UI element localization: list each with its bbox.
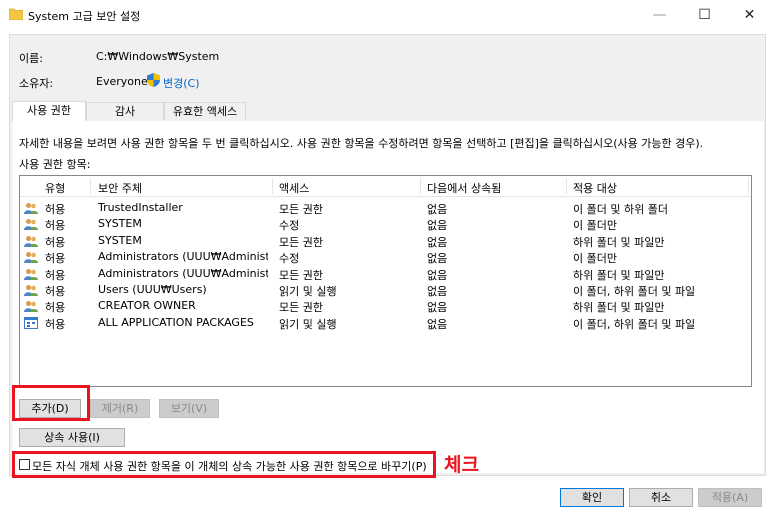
cell-applies: 하위 폴더 및 파일만: [573, 301, 665, 315]
column-type[interactable]: 유형: [45, 180, 65, 196]
cell-principal: Administrators (UUU₩Administrato...: [98, 266, 268, 280]
cell-type: 허용: [45, 235, 66, 249]
apply-button[interactable]: 적용(A): [698, 488, 762, 507]
permission-entry-row[interactable]: 허용 CREATOR OWNER 모든 권한 없음 하위 폴더 및 파일만: [20, 298, 751, 314]
cell-applies: 하위 폴더 및 파일만: [573, 235, 665, 249]
cell-principal: Administrators (UUU₩Administrato...: [98, 250, 268, 264]
cell-inherited: 없음: [427, 252, 448, 266]
cell-applies: 이 폴더만: [573, 252, 617, 266]
maximize-button[interactable]: ☐: [682, 0, 727, 30]
cell-applies: 이 폴더 및 하위 폴더: [573, 203, 668, 216]
cell-principal: SYSTEM: [98, 217, 142, 231]
view-button[interactable]: 보기(V): [159, 399, 219, 418]
cell-access: 읽기 및 실행: [279, 317, 337, 331]
cell-type: 허용: [45, 301, 66, 315]
column-principal[interactable]: 보안 주체: [98, 180, 142, 196]
users-icon: [24, 252, 38, 264]
cell-access: 모든 권한: [279, 235, 323, 249]
uac-shield-icon: [147, 73, 160, 87]
enable-inheritance-button[interactable]: 상속 사용(I): [19, 428, 125, 447]
users-icon: [24, 203, 38, 214]
cell-type: 허용: [45, 268, 66, 282]
column-access[interactable]: 액세스: [279, 180, 309, 196]
remove-button[interactable]: 제거(R): [90, 399, 150, 418]
cell-type: 허용: [45, 203, 66, 216]
permission-entries-label: 사용 권한 항목:: [19, 158, 91, 171]
ok-button[interactable]: 확인: [560, 488, 624, 507]
permission-entry-row[interactable]: 허용 Users (UUU₩Users) 읽기 및 실행 없음 이 폴더, 하위 폴더 …: [20, 282, 751, 298]
cell-inherited: 없음: [427, 203, 448, 216]
permission-entry-row[interactable]: 허용 Administrators (UUU₩Administrato... 모든 …: [20, 266, 751, 282]
cell-type: 허용: [45, 317, 66, 331]
users-icon: [24, 219, 38, 231]
cell-access: 수정: [279, 219, 300, 233]
change-owner-link[interactable]: 변경(C): [163, 75, 200, 91]
cell-principal: SYSTEM: [98, 233, 142, 247]
owner-label: 소유자:: [19, 77, 54, 90]
cell-access: 읽기 및 실행: [279, 285, 337, 298]
permission-entry-row[interactable]: 허용 TrustedInstaller 모든 권한 없음 이 폴더 및 하위 폴더: [20, 200, 751, 216]
permission-entry-row[interactable]: 허용 SYSTEM 수정 없음 이 폴더만: [20, 216, 751, 232]
users-icon: [24, 235, 38, 247]
tab-auditing[interactable]: 감사: [86, 102, 164, 120]
permission-entry-row[interactable]: 허용 ALL APPLICATION PACKAGES 읽기 및 실행 없음 이 폴더,…: [20, 315, 751, 331]
cell-inherited: 없음: [427, 285, 448, 298]
title-bar: System 고급 보안 설정 — ☐ ✕: [0, 0, 773, 30]
content-area: 이름: C:₩Windows₩System 소유자: Everyone 변경(C…: [9, 34, 766, 476]
cell-access: 모든 권한: [279, 203, 323, 216]
cell-access: 수정: [279, 252, 300, 266]
app-packages-icon: [24, 316, 38, 329]
permission-entry-row[interactable]: 허용 Administrators (UUU₩Administrato... 수정 없…: [20, 249, 751, 265]
users-icon: [24, 301, 38, 313]
cell-inherited: 없음: [427, 235, 448, 249]
cell-inherited: 없음: [427, 268, 448, 282]
close-button[interactable]: ✕: [727, 0, 772, 30]
users-icon: [24, 268, 38, 280]
cell-access: 모든 권한: [279, 268, 323, 282]
permission-entry-row[interactable]: 허용 SYSTEM 모든 권한 없음 하위 폴더 및 파일만: [20, 233, 751, 249]
cell-type: 허용: [45, 219, 66, 233]
cell-inherited: 없음: [427, 219, 448, 233]
cell-inherited: 없음: [427, 301, 448, 315]
highlight-checkbox: [12, 451, 436, 478]
advanced-security-window: System 고급 보안 설정 — ☐ ✕ 이름: C:₩Windows₩Sys…: [0, 0, 773, 515]
owner-value: Everyone: [96, 75, 148, 88]
name-label: 이름:: [19, 52, 43, 65]
folder-icon: [9, 8, 23, 20]
permission-entries-list[interactable]: 유형 보안 주체 액세스 다음에서 상속됨 적용 대상 허용 TrustedIns…: [19, 175, 752, 387]
column-applies-to[interactable]: 적용 대상: [573, 180, 617, 196]
cell-inherited: 없음: [427, 317, 448, 331]
cell-principal: ALL APPLICATION PACKAGES: [98, 315, 254, 329]
cell-access: 모든 권한: [279, 301, 323, 315]
description-text: 자세한 내용을 보려면 사용 권한 항목을 두 번 클릭하십시오. 사용 권한 …: [19, 137, 704, 150]
cell-applies: 하위 폴더 및 파일만: [573, 268, 665, 282]
tab-effective-access[interactable]: 유효한 액세스: [164, 102, 246, 120]
window-title: System 고급 보안 설정: [28, 10, 141, 23]
cell-principal: TrustedInstaller: [98, 201, 183, 214]
minimize-button[interactable]: —: [637, 0, 682, 30]
column-inherited-from[interactable]: 다음에서 상속됨: [427, 180, 501, 196]
cell-applies: 이 폴더만: [573, 219, 617, 233]
cell-type: 허용: [45, 252, 66, 266]
highlight-add-button: [12, 385, 90, 421]
check-annotation: 체크: [444, 454, 479, 476]
cell-applies: 이 폴더, 하위 폴더 및 파일: [573, 317, 696, 331]
name-value: C:₩Windows₩System: [96, 50, 220, 63]
cell-principal: Users (UUU₩Users): [98, 283, 207, 296]
list-header: 유형 보안 주체 액세스 다음에서 상속됨 적용 대상: [20, 176, 751, 197]
cancel-button[interactable]: 취소: [629, 488, 693, 507]
tab-permissions[interactable]: 사용 권한: [12, 101, 86, 121]
cell-principal: CREATOR OWNER: [98, 299, 196, 313]
users-icon: [24, 285, 38, 296]
cell-applies: 이 폴더, 하위 폴더 및 파일: [573, 285, 696, 298]
cell-type: 허용: [45, 285, 66, 298]
